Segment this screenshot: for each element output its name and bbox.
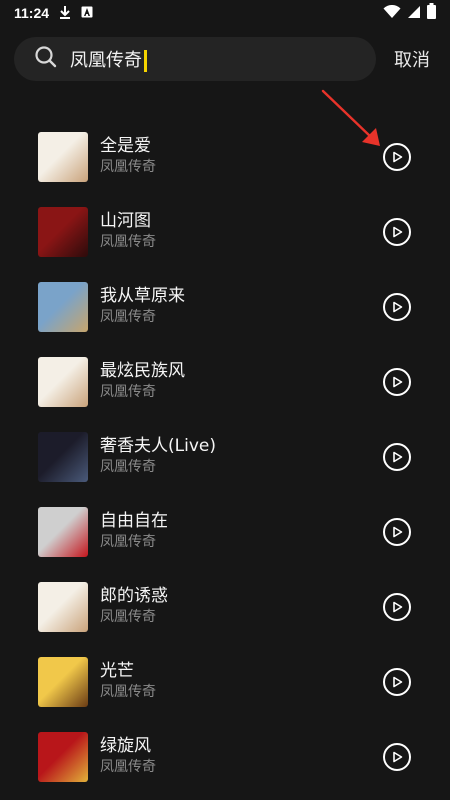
song-title: 奢香夫人(Live) [100,436,216,456]
song-row[interactable]: 山河图 凤凰传奇 [0,193,450,268]
album-cover [38,282,88,332]
annotation-arrow-icon [321,89,380,146]
song-title: 全是爱 [100,136,151,156]
song-artist: 凤凰传奇 [100,459,156,475]
song-row[interactable]: 光芒 凤凰传奇 [0,643,450,718]
battery-icon [427,3,436,23]
play-icon [393,751,403,763]
text-cursor [144,50,147,72]
search-input[interactable]: 凤凰传奇 [14,37,376,81]
cancel-button[interactable]: 取消 [394,46,430,72]
play-button[interactable] [383,218,411,246]
album-cover [38,132,88,182]
download-icon [59,5,71,22]
play-button[interactable] [383,368,411,396]
search-row: 凤凰传奇 取消 [14,37,436,81]
song-artist: 凤凰传奇 [100,384,156,400]
play-button[interactable] [383,668,411,696]
song-list: 全是爱 凤凰传奇 山河图 凤凰传奇 我从草原来 凤凰传奇 最炫民族风 凤凰传奇 奢香夫人(Liv… [0,118,450,793]
song-artist: 凤凰传奇 [100,159,156,175]
signal-icon [407,4,421,23]
play-icon [393,301,403,313]
album-cover [38,582,88,632]
search-query: 凤凰传奇 [70,50,142,71]
notification-app-icon [81,5,93,21]
wifi-icon [383,4,401,23]
song-title: 自由自在 [100,511,168,531]
play-icon [393,601,403,613]
song-artist: 凤凰传奇 [100,234,156,250]
play-button[interactable] [383,743,411,771]
song-artist: 凤凰传奇 [100,759,156,775]
song-artist: 凤凰传奇 [100,309,156,325]
album-cover [38,657,88,707]
song-row[interactable]: 郎的诱惑 凤凰传奇 [0,568,450,643]
song-title: 绿旋风 [100,736,151,756]
song-title: 光芒 [100,661,134,681]
play-button[interactable] [383,143,411,171]
album-cover [38,732,88,782]
album-cover [38,507,88,557]
song-row[interactable]: 我从草原来 凤凰传奇 [0,268,450,343]
play-button[interactable] [383,443,411,471]
play-icon [393,226,403,238]
song-title: 我从草原来 [100,286,185,306]
play-icon [393,376,403,388]
song-row[interactable]: 绿旋风 凤凰传奇 [0,718,450,793]
play-icon [393,151,403,163]
status-time: 11:24 [14,5,50,21]
song-row[interactable]: 自由自在 凤凰传奇 [0,493,450,568]
play-button[interactable] [383,593,411,621]
status-bar: 11:24 [0,0,450,26]
play-icon [393,526,403,538]
song-title: 山河图 [100,211,151,231]
album-cover [38,207,88,257]
play-icon [393,451,403,463]
song-row[interactable]: 全是爱 凤凰传奇 [0,118,450,193]
search-icon [34,45,58,73]
play-button[interactable] [383,293,411,321]
album-cover [38,357,88,407]
play-icon [393,676,403,688]
song-row[interactable]: 奢香夫人(Live) 凤凰传奇 [0,418,450,493]
song-title: 郎的诱惑 [100,586,168,606]
song-artist: 凤凰传奇 [100,609,156,625]
song-artist: 凤凰传奇 [100,534,156,550]
album-cover [38,432,88,482]
song-artist: 凤凰传奇 [100,684,156,700]
song-title: 最炫民族风 [100,361,185,381]
play-button[interactable] [383,518,411,546]
song-row[interactable]: 最炫民族风 凤凰传奇 [0,343,450,418]
